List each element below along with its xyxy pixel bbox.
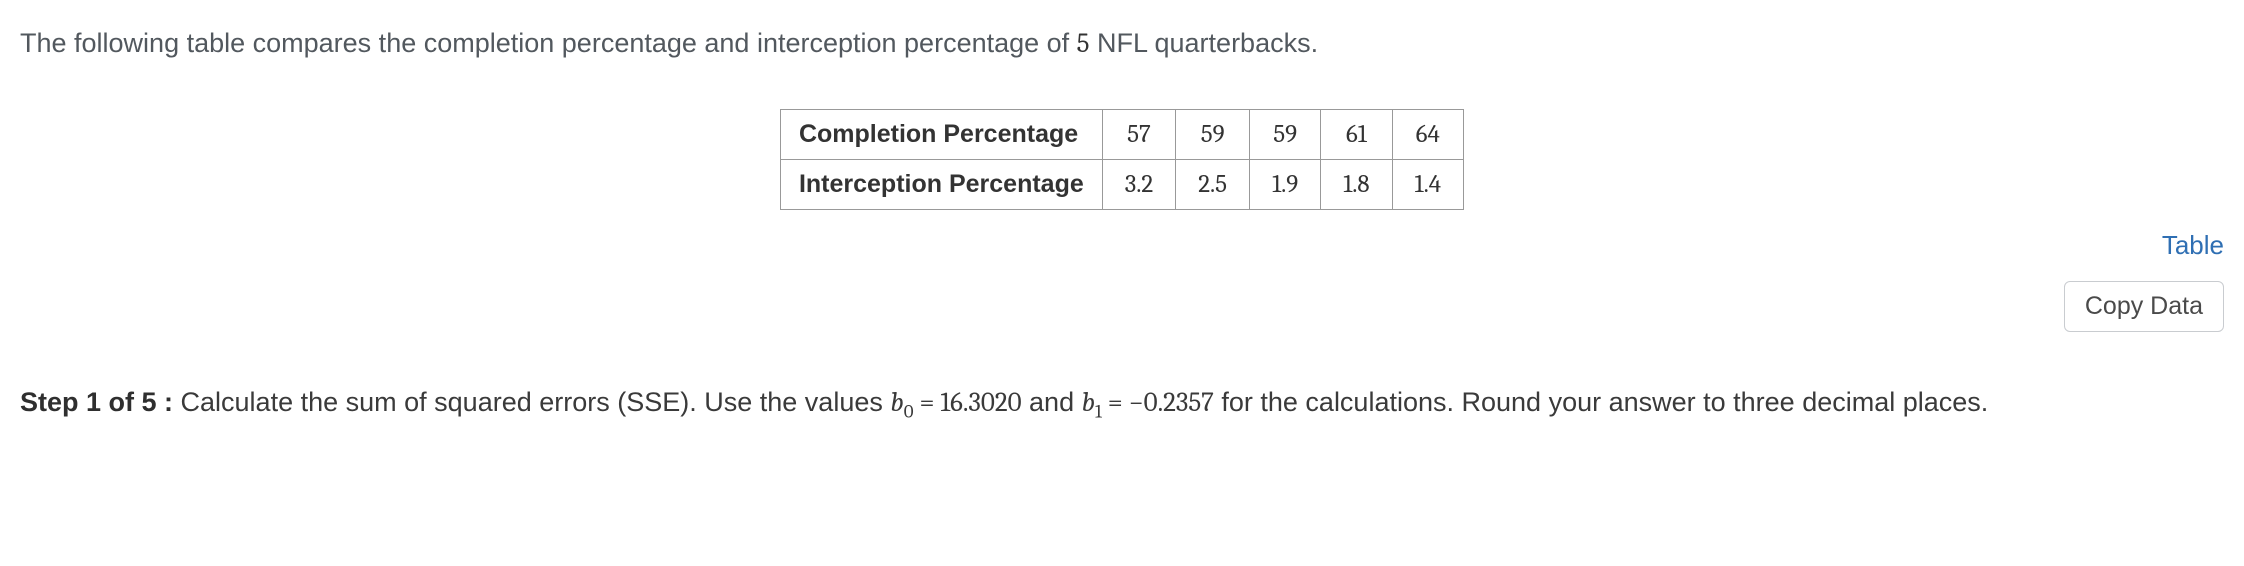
eq1: = <box>914 387 941 418</box>
intro-count: 5 <box>1077 28 1090 59</box>
b1-value: −0.2357 <box>1129 387 1214 418</box>
actions-area: Table Copy Data <box>0 230 2244 332</box>
cell: 1.8 <box>1321 160 1392 210</box>
cell: 64 <box>1392 110 1464 160</box>
intro-prefix: The following table compares the complet… <box>20 28 1077 58</box>
table-container: Completion Percentage 57 59 59 61 64 Int… <box>0 69 2244 220</box>
step-instruction: Step 1 of 5 : Calculate the sum of squar… <box>0 332 2244 446</box>
data-table: Completion Percentage 57 59 59 61 64 Int… <box>780 109 1464 210</box>
cell: 2.5 <box>1176 160 1250 210</box>
cell: 59 <box>1176 110 1250 160</box>
table-link[interactable]: Table <box>2162 230 2224 261</box>
table-row: Interception Percentage 3.2 2.5 1.9 1.8 … <box>780 160 1463 210</box>
cell: 57 <box>1102 110 1175 160</box>
b0-value: 16.3020 <box>940 387 1021 418</box>
cell: 3.2 <box>1102 160 1175 210</box>
step-text-2: for the calculations. Round your answer … <box>1214 387 1988 417</box>
table-row: Completion Percentage 57 59 59 61 64 <box>780 110 1463 160</box>
eq2: = <box>1102 387 1129 418</box>
step-label: Step 1 of 5 : <box>20 387 173 417</box>
row-header-interception: Interception Percentage <box>780 160 1102 210</box>
cell: 61 <box>1321 110 1392 160</box>
b0-symbol: b0 <box>890 387 913 418</box>
intro-text: The following table compares the complet… <box>0 0 2244 69</box>
and-text: and <box>1022 387 1082 417</box>
cell: 59 <box>1250 110 1321 160</box>
copy-data-button[interactable]: Copy Data <box>2064 281 2224 332</box>
intro-suffix: NFL quarterbacks. <box>1090 28 1319 58</box>
cell: 1.9 <box>1250 160 1321 210</box>
step-text-1: Calculate the sum of squared errors (SSE… <box>173 387 890 417</box>
b1-symbol: b1 <box>1082 387 1102 418</box>
row-header-completion: Completion Percentage <box>780 110 1102 160</box>
cell: 1.4 <box>1392 160 1464 210</box>
